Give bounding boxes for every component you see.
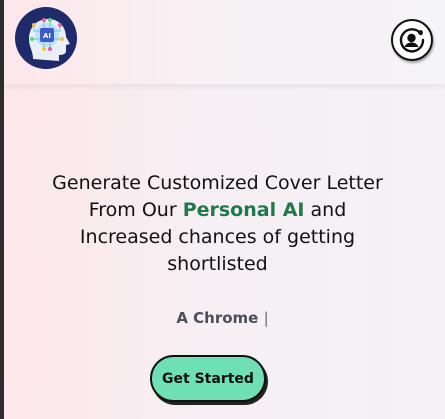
- headline-highlight: Personal AI: [182, 199, 305, 221]
- user-profile-icon: [399, 28, 425, 53]
- profile-button[interactable]: [391, 19, 433, 61]
- top-navbar: AI: [4, 0, 445, 84]
- get-started-button[interactable]: Get Started: [150, 355, 266, 402]
- typing-tagline: A Chrome |: [110, 309, 335, 327]
- svg-text:AI: AI: [43, 32, 51, 40]
- tagline-text: A Chrome: [176, 309, 259, 327]
- hero-headline: Generate Customized Cover Letter From Ou…: [40, 170, 395, 278]
- typing-cursor: |: [263, 309, 269, 327]
- ai-head-logo-icon[interactable]: AI: [15, 7, 77, 69]
